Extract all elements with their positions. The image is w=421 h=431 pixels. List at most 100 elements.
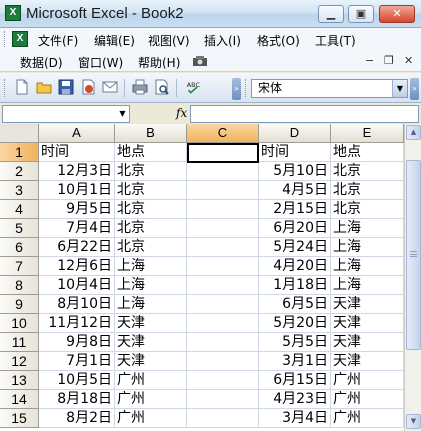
minimize-button[interactable]: ▁	[318, 5, 344, 23]
cell-a6[interactable]: 6月22日	[39, 238, 115, 257]
open-folder-icon[interactable]	[36, 79, 52, 95]
cell-b10[interactable]: 天津	[115, 314, 187, 333]
cell-b6[interactable]: 北京	[115, 238, 187, 257]
cell-b2[interactable]: 北京	[115, 162, 187, 181]
vertical-scrollbar[interactable]: ▲ ▼	[404, 124, 421, 431]
cell-b11[interactable]: 天津	[115, 333, 187, 352]
cell-e3[interactable]: 北京	[331, 181, 404, 200]
row-header[interactable]: 12	[0, 352, 39, 371]
cell-b7[interactable]: 上海	[115, 257, 187, 276]
menu-file[interactable]: 文件(F)	[38, 32, 78, 49]
cell-c10[interactable]	[187, 314, 259, 333]
cell-e12[interactable]: 天津	[331, 352, 404, 371]
spelling-icon[interactable]: ABC	[186, 79, 202, 95]
cell-e4[interactable]: 北京	[331, 200, 404, 219]
column-header-b[interactable]: B	[115, 124, 187, 143]
cell-b12[interactable]: 天津	[115, 352, 187, 371]
cell-c13[interactable]	[187, 371, 259, 390]
row-header[interactable]: 1	[0, 143, 39, 162]
cell-d15[interactable]: 3月4日	[259, 409, 331, 428]
row-header[interactable]: 7	[0, 257, 39, 276]
row-header[interactable]: 13	[0, 371, 39, 390]
cell-d14[interactable]: 4月23日	[259, 390, 331, 409]
row-header[interactable]: 6	[0, 238, 39, 257]
cell-d7[interactable]: 4月20日	[259, 257, 331, 276]
menu-edit[interactable]: 编辑(E)	[94, 32, 135, 49]
format-toolbar-grip[interactable]	[245, 79, 248, 97]
cell-b4[interactable]: 北京	[115, 200, 187, 219]
cell-d5[interactable]: 6月20日	[259, 219, 331, 238]
print-preview-icon[interactable]	[154, 79, 170, 95]
cell-a7[interactable]: 12月6日	[39, 257, 115, 276]
cell-c9[interactable]	[187, 295, 259, 314]
select-all-corner[interactable]	[0, 124, 39, 143]
cell-a11[interactable]: 9月8日	[39, 333, 115, 352]
insert-function-button[interactable]: fx	[176, 106, 187, 120]
cell-c12[interactable]	[187, 352, 259, 371]
scroll-up-icon[interactable]: ▲	[406, 125, 421, 140]
cell-b8[interactable]: 上海	[115, 276, 187, 295]
cell-e13[interactable]: 广州	[331, 371, 404, 390]
doc-minimize-icon[interactable]: −	[365, 54, 374, 67]
cell-c8[interactable]	[187, 276, 259, 295]
menu-tools[interactable]: 工具(T)	[315, 32, 356, 49]
row-header[interactable]: 4	[0, 200, 39, 219]
row-header[interactable]: 5	[0, 219, 39, 238]
cell-c5[interactable]	[187, 219, 259, 238]
new-file-icon[interactable]	[14, 79, 30, 95]
row-header[interactable]: 10	[0, 314, 39, 333]
menu-format[interactable]: 格式(O)	[257, 32, 300, 49]
chevron-down-icon[interactable]: ▼	[116, 106, 129, 122]
row-header[interactable]: 14	[0, 390, 39, 409]
research-icon[interactable]	[192, 55, 208, 67]
cell-e7[interactable]: 上海	[331, 257, 404, 276]
cell-b14[interactable]: 广州	[115, 390, 187, 409]
cell-c15[interactable]	[187, 409, 259, 428]
print-icon[interactable]	[132, 79, 148, 95]
cell-c6[interactable]	[187, 238, 259, 257]
cell-a5[interactable]: 7月4日	[39, 219, 115, 238]
restore-button[interactable]: ▣	[348, 5, 374, 23]
cell-c11[interactable]	[187, 333, 259, 352]
cell-d3[interactable]: 4月5日	[259, 181, 331, 200]
menu-insert[interactable]: 插入(I)	[204, 32, 241, 49]
row-header[interactable]: 9	[0, 295, 39, 314]
cell-a10[interactable]: 11月12日	[39, 314, 115, 333]
cell-b9[interactable]: 上海	[115, 295, 187, 314]
cell-b13[interactable]: 广州	[115, 371, 187, 390]
menu-grip[interactable]	[4, 31, 7, 47]
scroll-down-icon[interactable]: ▼	[406, 414, 421, 429]
row-header[interactable]: 8	[0, 276, 39, 295]
cell-d6[interactable]: 5月24日	[259, 238, 331, 257]
menu-window[interactable]: 窗口(W)	[78, 54, 123, 71]
cell-c14[interactable]	[187, 390, 259, 409]
cell-d12[interactable]: 3月1日	[259, 352, 331, 371]
cell-e6[interactable]: 上海	[331, 238, 404, 257]
cell-a4[interactable]: 9月5日	[39, 200, 115, 219]
scroll-thumb[interactable]	[406, 160, 421, 350]
menu-view[interactable]: 视图(V)	[148, 32, 190, 49]
menu-help[interactable]: 帮助(H)	[138, 54, 180, 71]
row-header[interactable]: 15	[0, 409, 39, 428]
column-header-c[interactable]: C	[187, 124, 259, 143]
cell-d8[interactable]: 1月18日	[259, 276, 331, 295]
row-header[interactable]: 11	[0, 333, 39, 352]
toolbar-options-chevron[interactable]: »	[232, 78, 241, 100]
excel-app-icon[interactable]: X	[5, 5, 21, 21]
format-options-chevron[interactable]: »	[410, 78, 419, 100]
cell-a14[interactable]: 8月18日	[39, 390, 115, 409]
cell-e1[interactable]: 地点	[331, 143, 404, 162]
cell-c3[interactable]	[187, 181, 259, 200]
cell-a8[interactable]: 10月4日	[39, 276, 115, 295]
cell-a1[interactable]: 时间	[39, 143, 115, 162]
row-header[interactable]: 3	[0, 181, 39, 200]
menu-data[interactable]: 数据(D)	[20, 54, 63, 71]
formula-input[interactable]	[190, 105, 419, 123]
cell-c7[interactable]	[187, 257, 259, 276]
cell-e10[interactable]: 天津	[331, 314, 404, 333]
cell-e14[interactable]: 广州	[331, 390, 404, 409]
column-header-e[interactable]: E	[331, 124, 404, 143]
cell-e2[interactable]: 北京	[331, 162, 404, 181]
close-button[interactable]: ✕	[379, 5, 415, 23]
cell-e8[interactable]: 上海	[331, 276, 404, 295]
